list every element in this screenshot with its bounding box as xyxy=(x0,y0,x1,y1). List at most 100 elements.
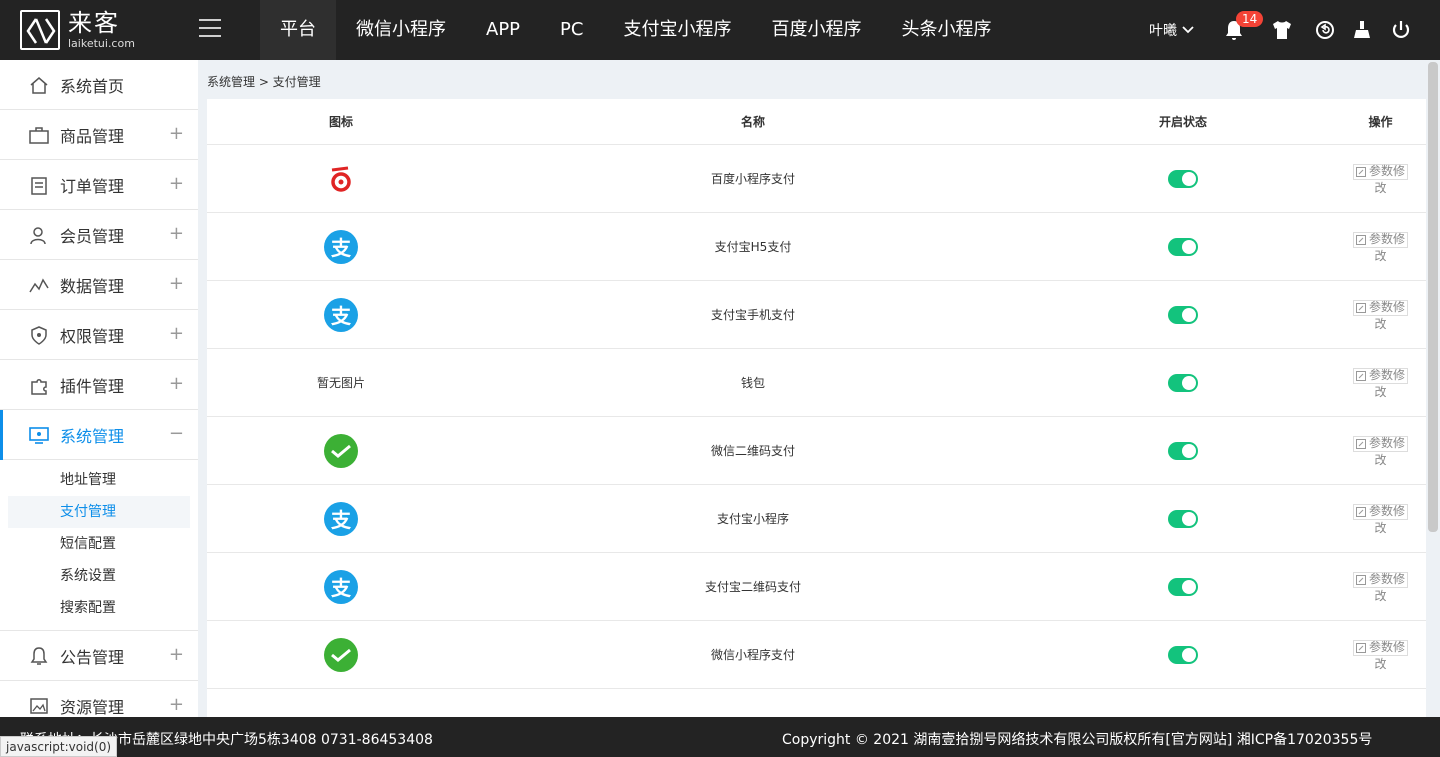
logo[interactable]: 来客 laiketui.com xyxy=(20,9,135,51)
nav-tab-0[interactable]: 平台 xyxy=(260,0,336,60)
nav-tab-6[interactable]: 头条小程序 xyxy=(881,0,1011,60)
expand-icon[interactable]: + xyxy=(169,646,184,664)
edit-label: 参数修 xyxy=(1368,300,1405,314)
status-toggle[interactable] xyxy=(1168,577,1198,596)
table-row: 支 支付宝H5支付 参数修改 xyxy=(207,213,1426,281)
sidebar-item-3[interactable]: 会员管理 + xyxy=(0,210,198,260)
broom-icon[interactable] xyxy=(1350,18,1374,42)
menu-toggle-icon[interactable] xyxy=(199,19,221,41)
payment-name: 支付宝小程序 xyxy=(716,512,789,526)
collapse-icon[interactable]: − xyxy=(169,425,184,443)
users-icon xyxy=(28,224,50,246)
table-row: 支 支付宝小程序 参数修改 xyxy=(207,485,1426,553)
refresh-icon[interactable] xyxy=(1313,18,1337,42)
logo-mark xyxy=(20,10,60,50)
expand-icon[interactable]: + xyxy=(169,275,184,293)
header-name: 名称 xyxy=(740,115,765,129)
table-row: 百度小程序支付 参数修改 xyxy=(207,145,1426,213)
status-toggle[interactable] xyxy=(1168,441,1198,460)
user-name: 叶曦 xyxy=(1149,23,1177,39)
status-toggle[interactable] xyxy=(1168,237,1198,256)
bell-icon xyxy=(28,645,50,667)
edit-params-button[interactable]: 参数修改 xyxy=(1351,435,1411,468)
power-icon[interactable] xyxy=(1389,18,1413,42)
edit-icon xyxy=(1355,302,1366,313)
scrollbar-thumb[interactable] xyxy=(1428,62,1438,532)
sidebar-submenu: 地址管理 支付管理 短信配置 系统设置 搜索配置 xyxy=(0,460,198,631)
nav-tab-2[interactable]: APP xyxy=(466,0,540,60)
expand-icon[interactable]: + xyxy=(169,175,184,193)
sidebar-item-1[interactable]: 商品管理 + xyxy=(0,110,198,160)
nav-tab-3[interactable]: PC xyxy=(540,0,603,60)
expand-icon[interactable]: + xyxy=(169,696,184,714)
wechat-pay-icon xyxy=(324,637,358,672)
status-toggle[interactable] xyxy=(1168,373,1198,392)
sidebar-item-6[interactable]: 插件管理 + xyxy=(0,360,198,410)
nav-tab-4[interactable]: 支付宝小程序 xyxy=(603,0,751,60)
edit-label: 参数修 xyxy=(1368,504,1405,518)
edit-params-button[interactable]: 参数修改 xyxy=(1351,639,1411,672)
submenu-item-3[interactable]: 系统设置 xyxy=(8,560,190,592)
payment-name: 支付宝H5支付 xyxy=(714,240,792,254)
sidebar-item-2[interactable]: 订单管理 + xyxy=(0,160,198,210)
edit-label-wrap: 改 xyxy=(1374,180,1387,195)
sidebar-item-9[interactable]: 资源管理 + xyxy=(0,681,198,717)
edit-label-wrap: 改 xyxy=(1374,520,1387,535)
status-toggle[interactable] xyxy=(1168,509,1198,528)
edit-params-button[interactable]: 参数修改 xyxy=(1351,571,1411,604)
table-row: 暂无图片 钱包 参数修改 xyxy=(207,349,1426,417)
edit-label: 参数修 xyxy=(1368,436,1405,450)
no-image-text: 暂无图片 xyxy=(316,376,365,390)
sidebar-item-label: 插件管理 xyxy=(60,376,125,396)
edit-label-wrap: 改 xyxy=(1374,588,1387,603)
image-icon xyxy=(28,695,50,717)
sidebar-item-5[interactable]: 权限管理 + xyxy=(0,310,198,360)
submenu-item-2[interactable]: 短信配置 xyxy=(8,528,190,560)
edit-params-button[interactable]: 参数修改 xyxy=(1351,503,1411,536)
edit-params-button[interactable]: 参数修改 xyxy=(1351,367,1411,400)
alipay-icon: 支 xyxy=(324,569,358,604)
edit-icon xyxy=(1355,642,1366,653)
sidebar-item-label: 会员管理 xyxy=(60,226,125,246)
edit-icon xyxy=(1355,506,1366,517)
expand-icon[interactable]: + xyxy=(169,225,184,243)
sidebar-item-8[interactable]: 公告管理 + xyxy=(0,631,198,681)
sidebar-item-4[interactable]: 数据管理 + xyxy=(0,260,198,310)
header-icon: 图标 xyxy=(328,115,353,129)
edit-label-wrap: 改 xyxy=(1374,452,1387,467)
submenu-item-1[interactable]: 支付管理 xyxy=(8,496,190,528)
status-toggle[interactable] xyxy=(1168,305,1198,324)
edit-icon xyxy=(1355,574,1366,585)
edit-icon xyxy=(1355,234,1366,245)
nav-tab-1[interactable]: 微信小程序 xyxy=(336,0,466,60)
sidebar-item-7[interactable]: 系统管理 − xyxy=(0,410,198,460)
edit-label-wrap: 改 xyxy=(1374,384,1387,399)
edit-icon xyxy=(1355,370,1366,381)
expand-icon[interactable]: + xyxy=(169,325,184,343)
table-row: 支 支付宝手机支付 参数修改 xyxy=(207,281,1426,349)
edit-params-button[interactable]: 参数修改 xyxy=(1351,299,1411,332)
submenu-item-0[interactable]: 地址管理 xyxy=(8,464,190,496)
shirt-icon[interactable] xyxy=(1270,18,1294,42)
sidebar: 系统首页 商品管理 + 订单管理 + 会员管理 + 数据管理 + 权限管理 + 插件管理 + 系统管理 − 地… xyxy=(0,60,198,717)
edit-params-button[interactable]: 参数修改 xyxy=(1351,231,1411,264)
sidebar-item-0[interactable]: 系统首页 xyxy=(0,60,198,110)
platform-nav: 平台 微信小程序 APP PC 支付宝小程序 百度小程序 头条小程序 xyxy=(260,0,1011,60)
edit-icon xyxy=(1355,166,1366,177)
edit-label: 参数修 xyxy=(1368,368,1405,382)
status-toggle[interactable] xyxy=(1168,169,1198,188)
logo-subtitle: laiketui.com xyxy=(68,37,135,50)
alipay-icon: 支 xyxy=(324,501,358,536)
table-row: 微信二维码支付 参数修改 xyxy=(207,417,1426,485)
expand-icon[interactable]: + xyxy=(169,375,184,393)
nav-tab-5[interactable]: 百度小程序 xyxy=(751,0,881,60)
user-menu[interactable]: 叶曦 xyxy=(1149,20,1194,40)
status-bar-url: javascript:void(0) xyxy=(0,736,118,757)
edit-params-button[interactable]: 参数修改 xyxy=(1351,163,1411,196)
edit-label-wrap: 改 xyxy=(1374,316,1387,331)
submenu-item-4[interactable]: 搜索配置 xyxy=(8,592,190,624)
expand-icon[interactable]: + xyxy=(169,125,184,143)
status-toggle[interactable] xyxy=(1168,645,1198,664)
sidebar-item-label: 系统管理 xyxy=(60,426,125,446)
edit-label-wrap: 改 xyxy=(1374,656,1387,671)
